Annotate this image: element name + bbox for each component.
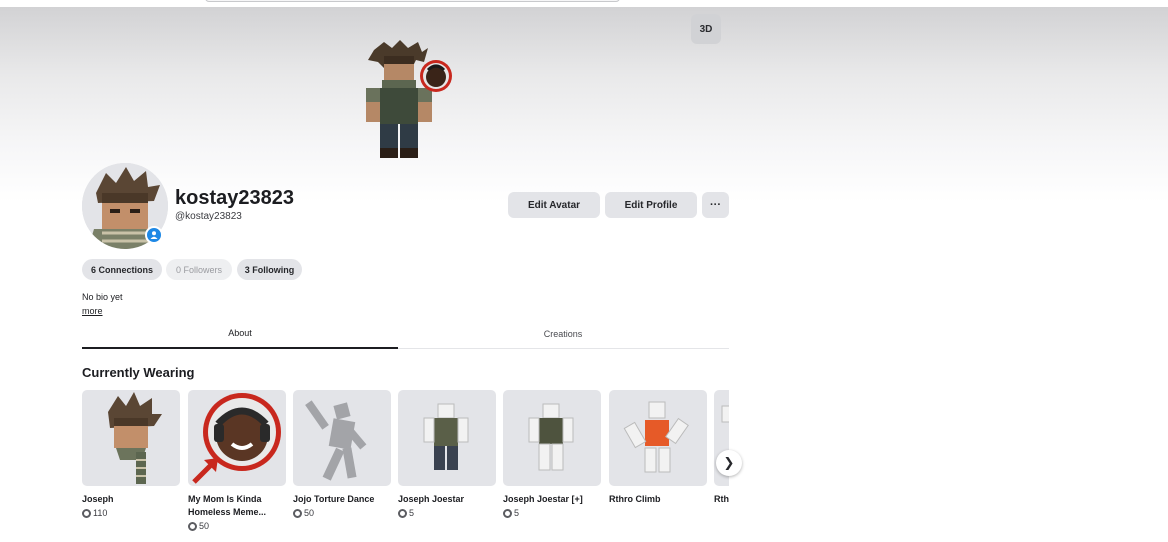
profile-banner (0, 7, 1168, 202)
currently-wearing-carousel: Joseph 110 My Mom Is Kinda Homeless Meme… (82, 390, 729, 542)
wearing-item[interactable]: Rth (714, 390, 729, 506)
item-name: Rth (714, 494, 729, 504)
item-name: Jojo Torture Dance (293, 494, 375, 504)
currently-wearing-title: Currently Wearing (82, 365, 195, 380)
user-badge-icon (145, 226, 163, 244)
item-price: 5 (503, 508, 601, 518)
item-price-value: 50 (304, 508, 315, 518)
item-price: 5 (398, 508, 496, 518)
username: @kostay23823 (175, 211, 242, 222)
item-thumbnail (293, 390, 391, 486)
head-icon (108, 392, 162, 484)
following-button[interactable]: 3 Following (237, 259, 302, 280)
carousel-next-button[interactable]: ❯ (716, 450, 742, 476)
wearing-item[interactable]: Joseph Joestar [+] 5 (503, 390, 601, 518)
display-name: kostay23823 (175, 187, 294, 209)
robux-icon (398, 508, 407, 518)
item-thumbnail (398, 390, 496, 486)
item-price-value: 5 (514, 508, 520, 518)
item-name: My Mom Is Kinda Homeless Meme... (188, 494, 267, 517)
item-price: 50 (293, 508, 391, 518)
toggle-3d-button[interactable]: 3D (691, 14, 721, 44)
climb-animation-icon (623, 401, 689, 473)
edit-profile-button[interactable]: Edit Profile (605, 192, 697, 218)
item-price-value: 5 (409, 508, 415, 518)
tab-creations[interactable]: Creations (405, 319, 721, 349)
followers-button[interactable]: 0 Followers (166, 259, 232, 280)
search-bar-edge[interactable] (205, 0, 620, 2)
connections-button[interactable]: 6 Connections (82, 259, 162, 280)
profile-tabs: About Creations (82, 319, 729, 349)
robux-icon (82, 508, 91, 518)
dance-emote-icon (305, 400, 367, 481)
more-options-button[interactable]: ··· (702, 192, 729, 218)
item-price-value: 50 (199, 521, 210, 531)
bio-text: No bio yet (82, 292, 123, 302)
meme-face-icon (192, 393, 281, 484)
outfit-icon (528, 403, 574, 471)
robux-icon (293, 508, 302, 518)
item-thumbnail (82, 390, 180, 486)
item-price-value: 110 (93, 508, 108, 518)
chevron-right-icon: ❯ (723, 455, 735, 470)
item-thumbnail (503, 390, 601, 486)
outfit-icon (423, 403, 469, 470)
wearing-item[interactable]: My Mom Is Kinda Homeless Meme... 50 (188, 390, 286, 531)
wearing-item[interactable]: Joseph 110 (82, 390, 180, 518)
avatar-render (366, 40, 452, 158)
robux-icon (188, 521, 197, 531)
item-name: Joseph Joestar [+] (503, 494, 583, 504)
item-price: 110 (82, 508, 180, 518)
bio-more-link[interactable]: more (82, 306, 103, 316)
item-thumbnail (609, 390, 707, 486)
item-name: Rthro Climb (609, 494, 661, 504)
item-name: Joseph (82, 494, 114, 504)
item-thumbnail (188, 390, 286, 486)
robux-icon (503, 508, 512, 518)
wearing-item[interactable]: Rthro Climb (609, 390, 707, 506)
wearing-item[interactable]: Jojo Torture Dance 50 (293, 390, 391, 518)
wearing-item[interactable]: Joseph Joestar 5 (398, 390, 496, 518)
item-price: 50 (188, 521, 286, 531)
tab-about[interactable]: About (82, 319, 398, 349)
item-name: Joseph Joestar (398, 494, 465, 504)
edit-avatar-button[interactable]: Edit Avatar (508, 192, 600, 218)
top-bar (0, 0, 1168, 7)
